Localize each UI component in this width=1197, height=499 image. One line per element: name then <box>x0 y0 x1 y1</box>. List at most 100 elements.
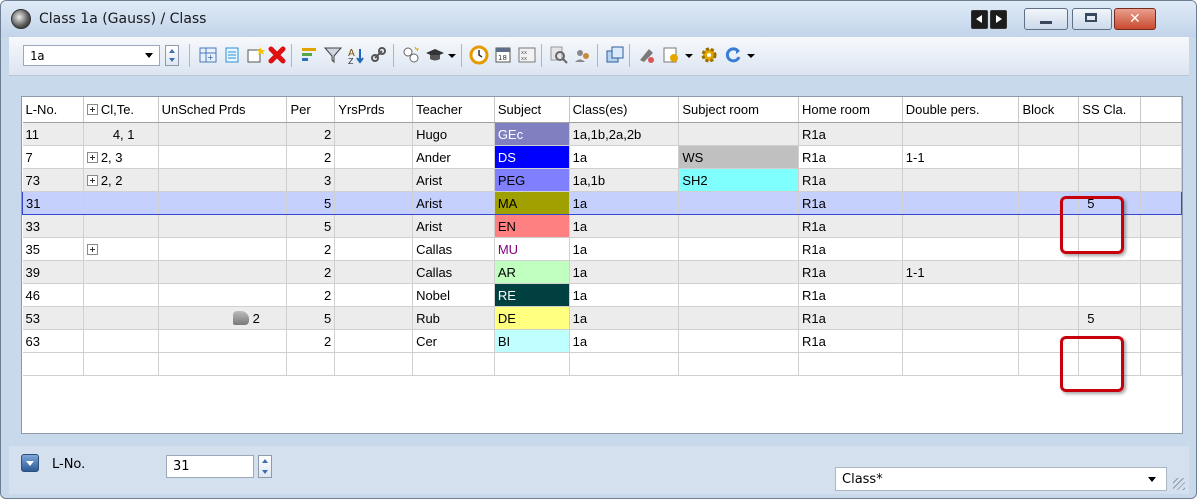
cell-subject[interactable]: MA <box>494 191 570 215</box>
cell-block[interactable] <box>1018 283 1080 307</box>
table-row[interactable]: 73 2, 2 3 Arist PEG 1a,1b SH2 R1a <box>22 168 1182 192</box>
cell-empty[interactable] <box>158 352 288 376</box>
table-row[interactable]: 39 2 Callas AR 1a R1a 1-1 <box>22 260 1182 284</box>
cell-empty[interactable] <box>494 352 570 376</box>
cell-ss-cla[interactable]: 5 <box>1078 191 1142 215</box>
cell-lno[interactable]: 39 <box>22 260 84 284</box>
new-icon[interactable] <box>245 45 265 65</box>
chevron-down-icon[interactable] <box>447 45 457 65</box>
cell-empty[interactable] <box>334 352 414 376</box>
empty-row[interactable] <box>22 352 1182 376</box>
cell-teacher[interactable]: Nobel <box>412 283 495 307</box>
cell-per[interactable]: 2 <box>286 237 336 261</box>
resize-grip-icon[interactable] <box>1173 478 1185 490</box>
cell-subject[interactable]: GEc <box>494 122 570 146</box>
cell-teacher[interactable]: Arist <box>412 191 495 215</box>
cell-empty[interactable] <box>902 352 1020 376</box>
cell-double-pers[interactable]: 1-1 <box>902 260 1020 284</box>
cell-subject-room[interactable]: SH2 <box>678 168 800 192</box>
cell-teacher[interactable]: Rub <box>412 306 495 330</box>
col-subject-header[interactable]: Subject <box>494 97 570 123</box>
cell-clte[interactable]: 2, 2 <box>83 168 159 192</box>
cell-unsched[interactable] <box>158 145 288 169</box>
col-double-pers-header[interactable]: Double pers. <box>902 97 1020 123</box>
cell-block[interactable] <box>1018 260 1080 284</box>
cell-per[interactable]: 2 <box>286 145 336 169</box>
sort-icon[interactable] <box>299 45 319 65</box>
cell-subject-room[interactable] <box>678 237 800 261</box>
cell-double-pers[interactable] <box>902 122 1020 146</box>
cell-unsched[interactable] <box>158 237 288 261</box>
cell-ss-cla[interactable] <box>1078 122 1142 146</box>
cell-subject-room[interactable] <box>678 329 800 353</box>
teacher-hat-icon[interactable] <box>425 45 445 65</box>
cell-home-room[interactable]: R1a <box>798 191 903 215</box>
grid-icon[interactable]: xx xx <box>517 45 537 65</box>
cell-lno[interactable]: 7 <box>22 145 84 169</box>
cell-home-room[interactable]: R1a <box>798 214 903 238</box>
cell-teacher[interactable]: Arist <box>412 214 495 238</box>
col-classes-header[interactable]: Class(es) <box>569 97 680 123</box>
cell-clte[interactable] <box>83 214 159 238</box>
cell-clte[interactable] <box>83 237 159 261</box>
class-spinner[interactable] <box>165 45 179 66</box>
cell-clte[interactable]: 2, 3 <box>83 145 159 169</box>
cell-yrsprds[interactable] <box>334 306 414 330</box>
col-ss-cla-header[interactable]: SS Cla. <box>1078 97 1142 123</box>
cell-per[interactable]: 5 <box>286 191 336 215</box>
cell-home-room[interactable]: R1a <box>798 145 903 169</box>
cell-lno[interactable]: 31 <box>22 191 84 215</box>
link-icon[interactable] <box>369 45 389 65</box>
cell-home-room[interactable]: R1a <box>798 237 903 261</box>
cell-classes[interactable]: 1a <box>569 145 680 169</box>
cell-lno[interactable]: 63 <box>22 329 84 353</box>
chevron-down-icon[interactable] <box>684 45 694 65</box>
cell-subject[interactable]: EN <box>494 214 570 238</box>
cell-classes[interactable]: 1a <box>569 237 680 261</box>
cell-ss-cla[interactable] <box>1078 237 1142 261</box>
lno-spinner[interactable] <box>258 455 272 478</box>
cell-classes[interactable]: 1a,1b <box>569 168 680 192</box>
sort-alpha-icon[interactable]: AZ <box>347 45 367 66</box>
cell-clte[interactable] <box>83 329 159 353</box>
cell-subject-room[interactable] <box>678 260 800 284</box>
delete-icon[interactable] <box>267 45 287 65</box>
settings-icon[interactable] <box>661 45 681 65</box>
cell-teacher[interactable]: Callas <box>412 260 495 284</box>
cell-empty[interactable] <box>798 352 903 376</box>
cell-unsched[interactable] <box>158 122 288 146</box>
cell-block[interactable] <box>1018 237 1080 261</box>
cell-ss-cla[interactable]: 5 <box>1078 306 1142 330</box>
cell-unsched[interactable] <box>158 168 288 192</box>
table-row[interactable]: 46 2 Nobel RE 1a R1a <box>22 283 1182 307</box>
cell-yrsprds[interactable] <box>334 168 414 192</box>
cell-empty[interactable] <box>1018 352 1080 376</box>
cell-yrsprds[interactable] <box>334 122 414 146</box>
cell-empty[interactable] <box>286 352 336 376</box>
cell-subject[interactable]: AR <box>494 260 570 284</box>
cell-classes[interactable]: 1a,1b,2a,2b <box>569 122 680 146</box>
cell-home-room[interactable]: R1a <box>798 329 903 353</box>
cell-unsched[interactable] <box>158 214 288 238</box>
cell-clte[interactable] <box>83 283 159 307</box>
cell-per[interactable]: 2 <box>286 260 336 284</box>
cell-clte[interactable]: 4, 1 <box>83 122 159 146</box>
cell-classes[interactable]: 1a <box>569 283 680 307</box>
table-row[interactable]: 53 2 5 Rub DE 1a R1a 5 <box>22 306 1182 330</box>
cell-double-pers[interactable] <box>902 237 1020 261</box>
cell-unsched[interactable] <box>158 283 288 307</box>
table-row[interactable]: 33 5 Arist EN 1a R1a <box>22 214 1182 238</box>
cell-ss-cla[interactable] <box>1078 283 1142 307</box>
scheduling-icon[interactable] <box>401 45 421 65</box>
cell-per[interactable]: 2 <box>286 122 336 146</box>
cell-subject[interactable]: DE <box>494 306 570 330</box>
cell-block[interactable] <box>1018 214 1080 238</box>
cell-teacher[interactable]: Ander <box>412 145 495 169</box>
cell-per[interactable]: 5 <box>286 214 336 238</box>
expand-icon[interactable] <box>86 174 98 186</box>
cell-subject[interactable]: DS <box>494 145 570 169</box>
expand-icon[interactable] <box>86 243 98 255</box>
cell-home-room[interactable]: R1a <box>798 283 903 307</box>
filter-icon[interactable] <box>323 45 343 65</box>
cell-yrsprds[interactable] <box>334 237 414 261</box>
